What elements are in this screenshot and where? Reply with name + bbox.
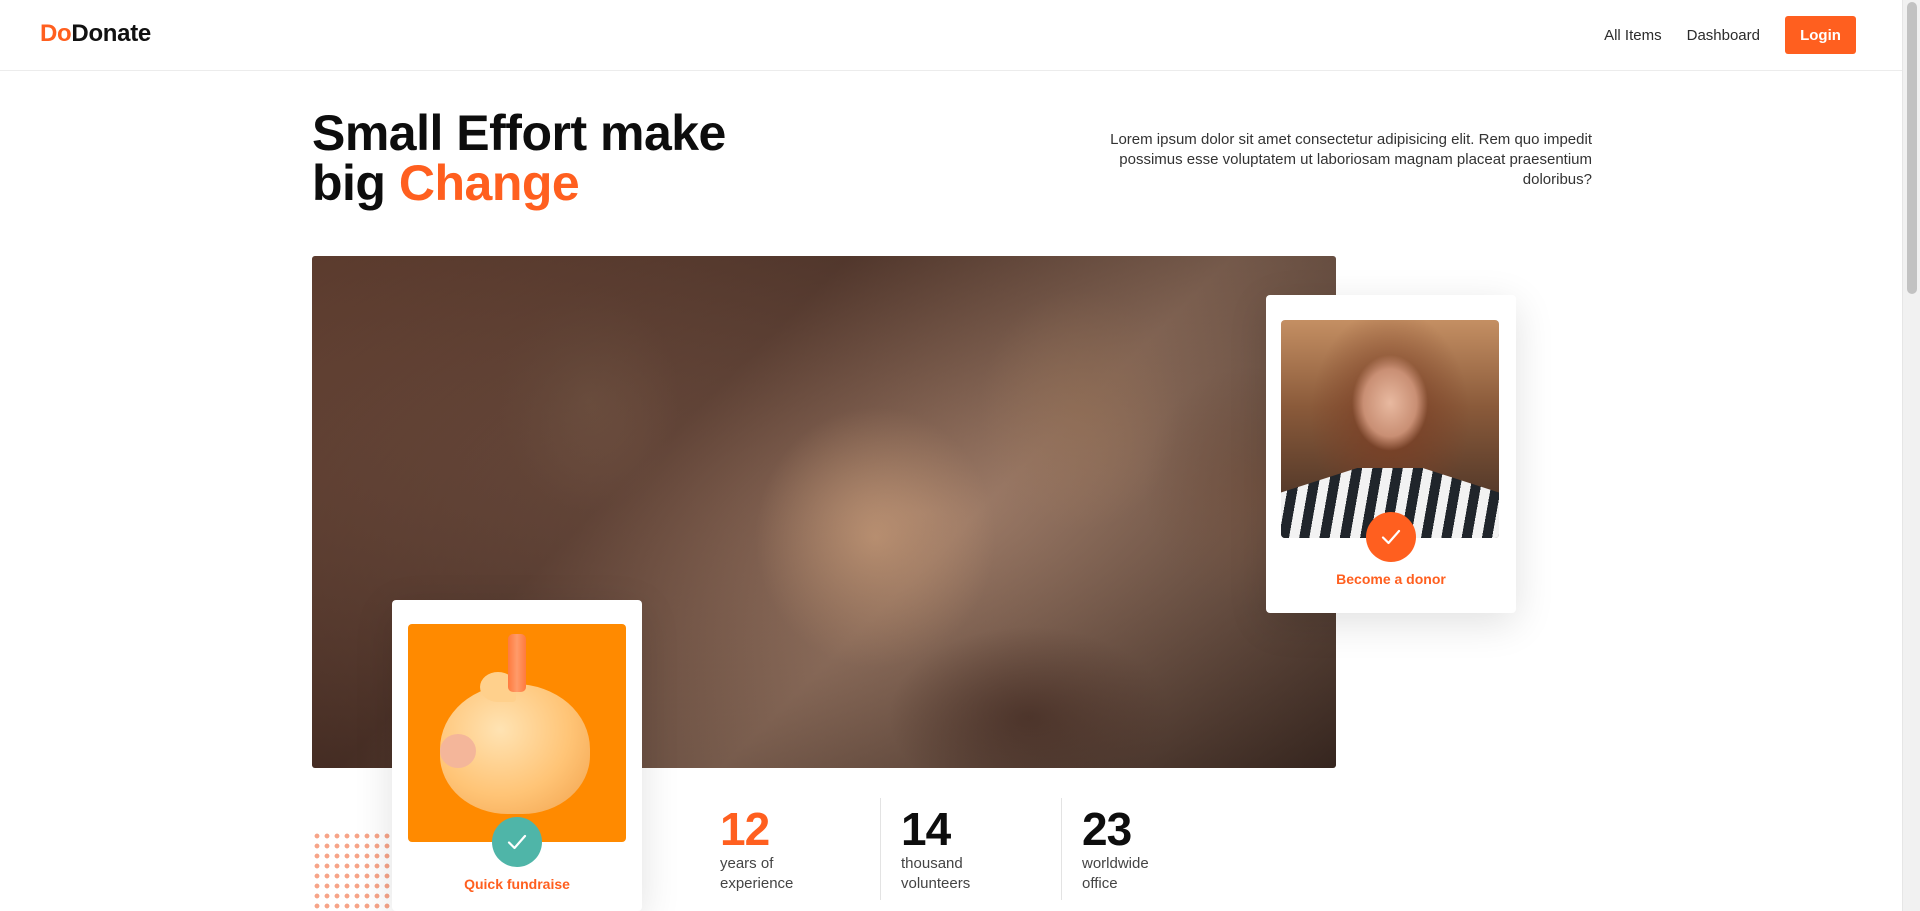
stat-caption: years of experience (720, 854, 793, 894)
stat-caption: thousand volunteers (901, 854, 970, 894)
brand-logo[interactable]: DoDonate (40, 20, 151, 48)
login-button[interactable]: Login (1785, 16, 1856, 54)
stat-caption: worldwide office (1082, 854, 1149, 894)
stat-offices: 23 worldwide office (1062, 798, 1243, 900)
check-icon (1381, 529, 1401, 545)
hero-title-accent: Change (398, 155, 580, 211)
hero-title: Small Effort make big Change (312, 108, 726, 208)
hero-title-line2-prefix: big (312, 155, 399, 211)
stat-volunteers: 14 thousand volunteers (881, 798, 1062, 900)
brand-logo-suffix: Donate (71, 20, 151, 47)
become-donor-label[interactable]: Become a donor (1266, 571, 1516, 587)
site-header: DoDonate All Items Dashboard Login (0, 0, 1902, 71)
fundraise-check-badge (492, 817, 542, 867)
stat-caption-line2: volunteers (901, 875, 971, 892)
stat-experience: 12 years of experience (700, 798, 881, 900)
nav-link-dashboard[interactable]: Dashboard (1687, 27, 1760, 44)
hero-description: Lorem ipsum dolor sit amet consectetur a… (1110, 131, 1592, 188)
donor-photo (1281, 320, 1499, 538)
hero-title-line1: Small Effort make (312, 105, 726, 161)
piggy-bank-illustration (440, 672, 590, 814)
stat-caption-line1: worldwide (1082, 855, 1149, 872)
coin-illustration (508, 634, 526, 692)
quick-fundraise-label[interactable]: Quick fundraise (392, 876, 642, 892)
stat-number: 12 (720, 803, 770, 855)
piggy-snout (440, 734, 476, 768)
brand-logo-prefix: Do (40, 20, 72, 47)
stat-caption-line1: years of (720, 855, 774, 872)
decorative-dot-pattern (312, 831, 392, 911)
donor-check-badge (1366, 512, 1416, 562)
stat-caption-line2: office (1082, 875, 1118, 892)
stat-number: 14 (901, 803, 951, 855)
main-nav: All Items Dashboard Login (1604, 16, 1856, 54)
stat-number: 23 (1082, 803, 1132, 855)
nav-link-all-items[interactable]: All Items (1604, 27, 1662, 44)
piggy-bank-image (408, 624, 626, 842)
stats-row: 12 years of experience 14 thousand volun… (700, 798, 1243, 900)
become-donor-card[interactable]: Become a donor (1266, 295, 1516, 613)
stat-caption-line2: experience (720, 875, 794, 892)
scrollbar-thumb[interactable] (1907, 2, 1917, 294)
check-icon (507, 834, 527, 850)
page-scrollbar[interactable] (1902, 0, 1920, 911)
stat-caption-line1: thousand (901, 855, 963, 872)
quick-fundraise-card[interactable]: Quick fundraise (392, 600, 642, 911)
